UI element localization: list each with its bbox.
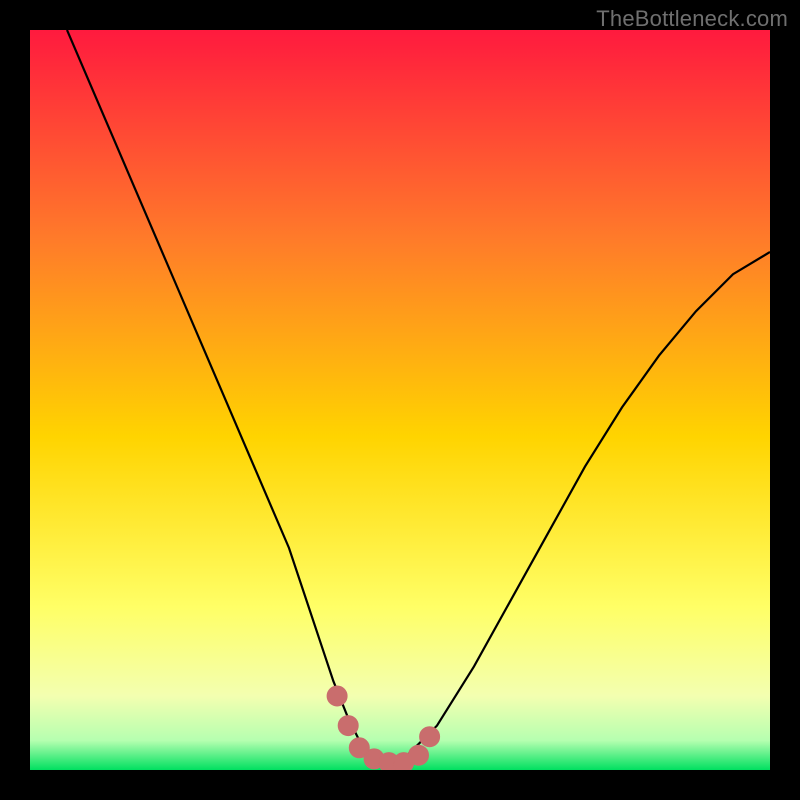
marker-point [327,686,347,706]
marker-point [338,716,358,736]
watermark-text: TheBottleneck.com [596,6,788,32]
gradient-background [30,30,770,770]
bottleneck-chart [30,30,770,770]
chart-container: TheBottleneck.com [0,0,800,800]
plot-area [30,30,770,770]
marker-point [420,727,440,747]
marker-point [409,745,429,765]
